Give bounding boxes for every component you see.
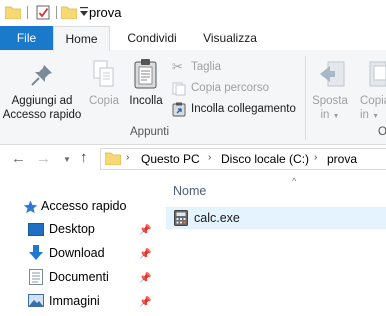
tab-file[interactable]: File <box>0 26 53 51</box>
back-arrow-icon[interactable]: ← <box>11 150 26 167</box>
move-to-label-line-2: in <box>320 109 330 121</box>
pin-icon[interactable]: 📌 <box>139 249 151 260</box>
breadcrumb-chevron-icon[interactable]: › <box>314 152 317 163</box>
star-icon <box>23 200 38 214</box>
pin-icon <box>31 65 52 86</box>
pictures-icon <box>28 294 44 307</box>
nav-item-download[interactable]: Download <box>49 246 105 260</box>
nav-item-documents[interactable]: Documenti <box>49 270 109 284</box>
cut-button[interactable]: Taglia <box>191 58 221 76</box>
documents-icon <box>29 269 43 285</box>
pin-to-quick-access-button[interactable]: Aggiungi ad Accesso rapido <box>0 94 84 122</box>
dropdown-arrow-icon: ▼ <box>372 113 380 120</box>
new-folder-icon[interactable] <box>61 5 77 19</box>
dropdown-arrow-icon: ▼ <box>332 113 340 120</box>
folder-icon <box>105 152 121 165</box>
clipboard-group-label: Appunti <box>130 126 170 138</box>
pin-label-line-2: Accesso rapido <box>2 109 82 121</box>
download-icon <box>29 245 43 260</box>
breadcrumb-local-disk[interactable]: Disco locale (C:) <box>221 152 309 166</box>
move-to-label-line-1: Sposta <box>312 95 348 107</box>
breadcrumb-this-pc[interactable]: Questo PC <box>141 152 200 166</box>
scissors-icon: ✂ <box>172 59 183 74</box>
copy-to-button[interactable]: Copia in ▼ <box>356 94 386 124</box>
separator <box>27 6 28 19</box>
tab-view[interactable]: Visualizza <box>194 26 266 50</box>
paste-shortcut-icon <box>172 102 186 117</box>
paste-button[interactable]: Incolla <box>125 94 167 108</box>
pin-icon[interactable]: 📌 <box>139 273 151 284</box>
paste-shortcut-button[interactable]: Incolla collegamento <box>191 100 296 118</box>
group-separator <box>305 56 306 140</box>
breadcrumb-chevron-icon[interactable]: › <box>208 152 211 163</box>
copy-path-icon <box>172 82 186 96</box>
move-to-button[interactable]: Sposta in ▼ <box>311 94 349 124</box>
recent-locations-chevron-icon[interactable]: ▼ <box>63 155 71 164</box>
tab-share[interactable]: Condividi <box>116 26 188 50</box>
pin-icon[interactable]: 📌 <box>139 297 151 308</box>
file-name: calc.exe <box>194 211 240 225</box>
nav-item-desktop[interactable]: Desktop <box>49 222 95 236</box>
separator <box>56 6 57 19</box>
sort-chevron-icon: ^ <box>292 176 297 186</box>
move-to-icon <box>320 61 345 87</box>
pin-label-line-1: Aggiungi ad <box>11 95 73 107</box>
column-header-name[interactable]: Nome <box>173 184 206 198</box>
title-bar <box>0 0 386 26</box>
tab-home[interactable]: Home <box>53 26 110 51</box>
copy-path-button[interactable]: Copia percorso <box>191 79 269 97</box>
copy-icon <box>93 60 114 87</box>
pin-icon[interactable]: 📌 <box>139 225 151 236</box>
folder-icon <box>5 6 21 19</box>
up-arrow-icon[interactable]: ↑ <box>80 149 88 166</box>
nav-item-pictures[interactable]: Immagini <box>49 294 100 308</box>
paste-icon <box>134 59 157 89</box>
desktop-icon <box>28 223 44 236</box>
properties-icon[interactable] <box>36 4 51 20</box>
copy-to-icon <box>369 61 386 87</box>
nav-quick-access[interactable]: Accesso rapido <box>41 199 126 213</box>
forward-arrow-icon[interactable]: → <box>36 150 51 167</box>
copy-button[interactable]: Copia <box>85 94 123 108</box>
copy-to-label-line-2: in <box>360 109 369 121</box>
customize-toolbar-icon[interactable] <box>80 7 88 17</box>
window-title: prova <box>89 5 122 20</box>
organize-group-label: O <box>378 126 386 138</box>
calculator-icon <box>174 210 188 226</box>
copy-to-label-line-1: Copia <box>360 95 386 107</box>
breadcrumb-prova[interactable]: prova <box>327 152 357 166</box>
breadcrumb-chevron-icon[interactable]: › <box>126 152 129 163</box>
